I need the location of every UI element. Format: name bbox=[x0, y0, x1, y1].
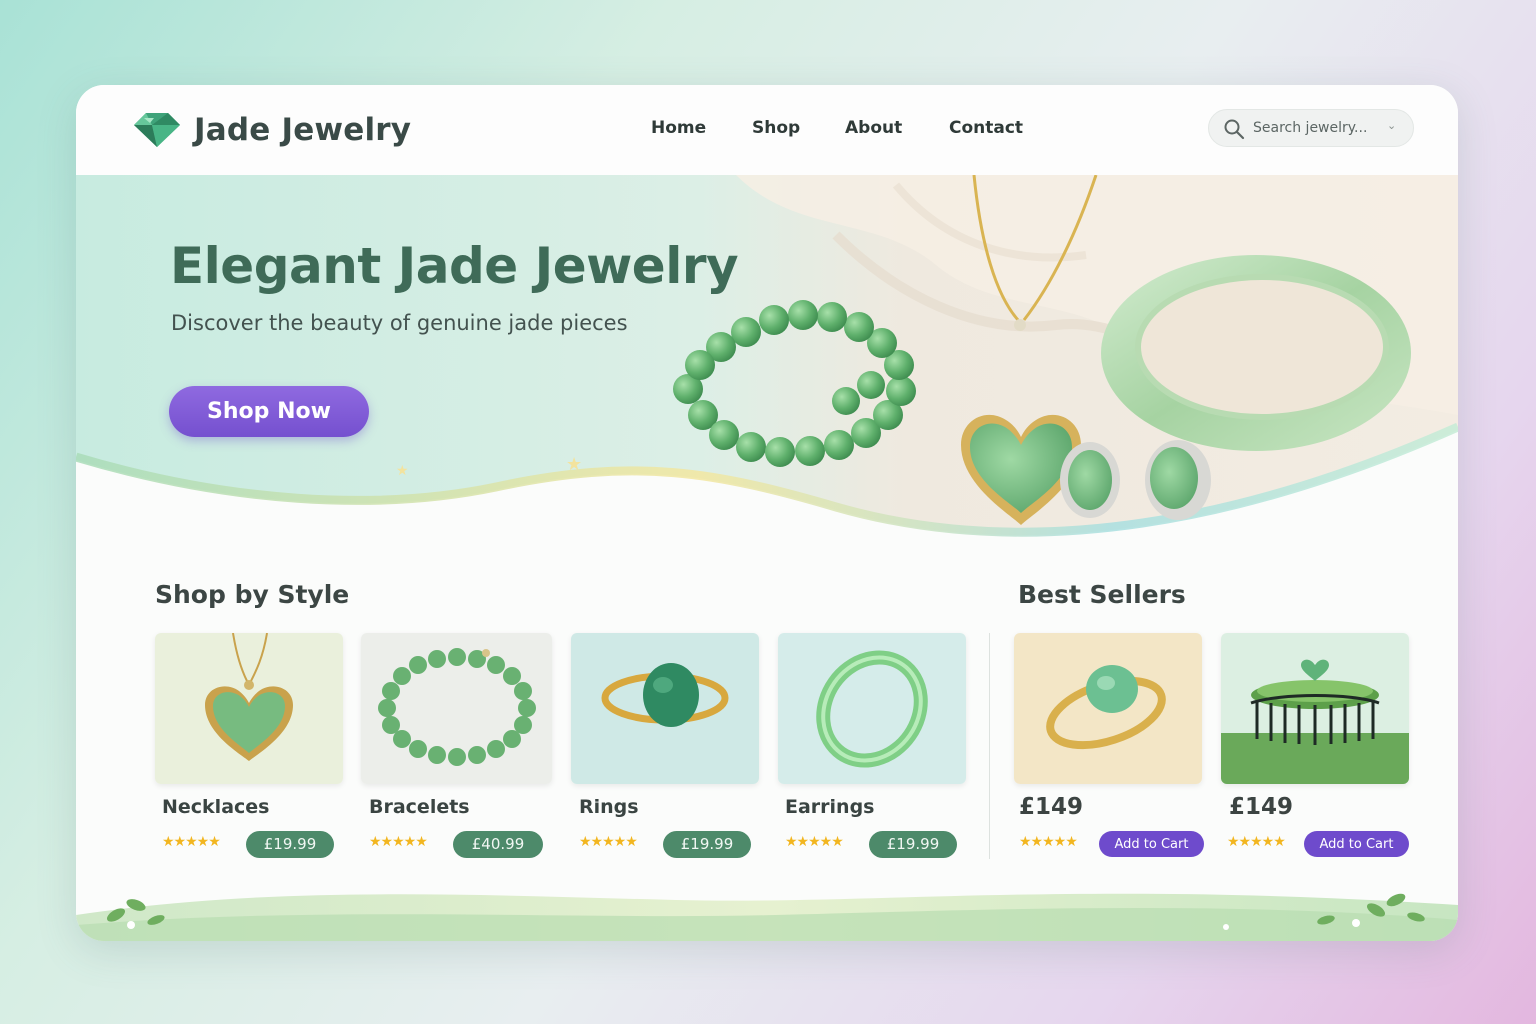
site-header: Jade Jewelry Home Shop About Contact ⌄ bbox=[76, 85, 1458, 175]
add-to-cart-button[interactable]: Add to Cart bbox=[1304, 831, 1409, 857]
shop-now-button[interactable]: Shop Now bbox=[169, 386, 369, 437]
hero-banner: ★ ★ Elegant Jade Jewelry Discover the be… bbox=[76, 175, 1458, 585]
search-box[interactable]: ⌄ bbox=[1208, 109, 1414, 147]
jade-gem-icon bbox=[134, 113, 180, 147]
category-tile-rings[interactable] bbox=[571, 633, 759, 784]
price-badge: £40.99 bbox=[453, 831, 543, 858]
gold-jade-ring-image bbox=[1014, 633, 1202, 784]
rating-stars: ★★★★★ bbox=[162, 834, 221, 850]
category-label-bracelets: Bracelets bbox=[369, 796, 470, 818]
best-seller-tile-1[interactable] bbox=[1014, 633, 1202, 784]
earrings-image bbox=[778, 633, 966, 784]
necklace-image bbox=[155, 633, 343, 784]
search-input[interactable] bbox=[1253, 114, 1381, 142]
rating-stars: ★★★★★ bbox=[785, 834, 844, 850]
bracelet-image bbox=[361, 633, 552, 784]
logo[interactable]: Jade Jewelry bbox=[128, 109, 411, 151]
jade-garden-image bbox=[1221, 633, 1409, 784]
nav-shop[interactable]: Shop bbox=[752, 118, 800, 138]
brand-name: Jade Jewelry bbox=[194, 112, 412, 148]
chevron-down-icon[interactable]: ⌄ bbox=[1387, 119, 1396, 132]
category-label-earrings: Earrings bbox=[785, 796, 875, 818]
shop-by-style-title: Shop by Style bbox=[155, 580, 350, 609]
add-to-cart-button[interactable]: Add to Cart bbox=[1099, 831, 1204, 857]
category-label-necklaces: Necklaces bbox=[162, 796, 270, 818]
page-card: Jade Jewelry Home Shop About Contact ⌄ bbox=[76, 85, 1458, 941]
rating-stars: ★★★★★ bbox=[579, 834, 638, 850]
best-seller-price: £149 bbox=[1019, 794, 1084, 820]
category-tile-earrings[interactable] bbox=[778, 633, 966, 784]
hero-subtitle: Discover the beauty of genuine jade piec… bbox=[171, 311, 628, 335]
rating-stars: ★★★★★ bbox=[369, 834, 428, 850]
nav-home[interactable]: Home bbox=[651, 118, 706, 138]
hero-title: Elegant Jade Jewelry bbox=[170, 237, 739, 295]
ring-image bbox=[571, 633, 759, 784]
best-sellers-title: Best Sellers bbox=[1018, 580, 1186, 609]
rating-stars: ★★★★★ bbox=[1227, 834, 1286, 850]
price-badge: £19.99 bbox=[246, 831, 334, 858]
category-tile-necklaces[interactable] bbox=[155, 633, 343, 784]
section-divider bbox=[989, 633, 990, 859]
price-badge: £19.99 bbox=[663, 831, 751, 858]
best-seller-price: £149 bbox=[1229, 794, 1294, 820]
price-badge: £19.99 bbox=[869, 831, 957, 858]
category-label-rings: Rings bbox=[579, 796, 639, 818]
search-icon bbox=[1224, 119, 1245, 140]
category-tile-bracelets[interactable] bbox=[361, 633, 552, 784]
svg-text:★: ★ bbox=[396, 463, 409, 479]
best-seller-tile-2[interactable] bbox=[1221, 633, 1409, 784]
footer-foliage-decoration bbox=[76, 893, 1458, 941]
nav-contact[interactable]: Contact bbox=[949, 118, 1023, 138]
rating-stars: ★★★★★ bbox=[1019, 834, 1078, 850]
svg-text:★: ★ bbox=[566, 454, 582, 475]
nav-about[interactable]: About bbox=[845, 118, 902, 138]
